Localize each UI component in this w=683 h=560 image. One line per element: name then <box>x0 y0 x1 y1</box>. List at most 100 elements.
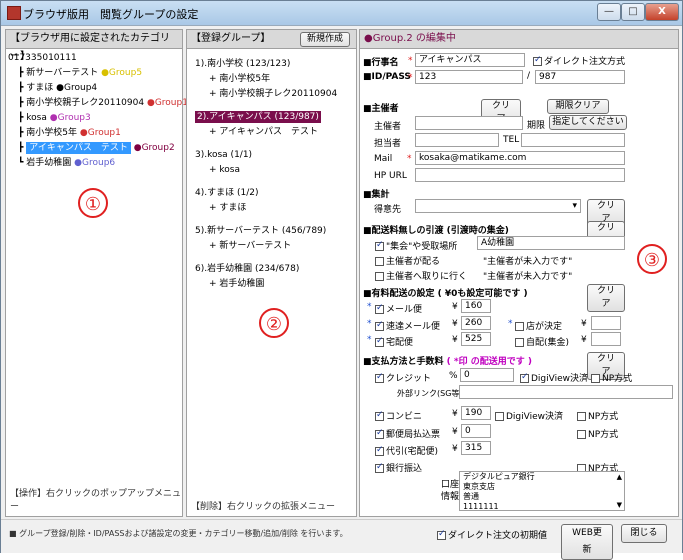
close-window-button[interactable]: X <box>645 3 679 21</box>
credit-digiview-checkbox[interactable]: DigiView決済 <box>520 371 588 384</box>
tree-item[interactable]: ┗ 岩手幼稚園 ●Group6 <box>8 156 182 171</box>
pickup-place-input[interactable]: A幼稚園 <box>477 236 625 250</box>
credit-np-checkbox[interactable]: NP方式 <box>591 371 632 384</box>
self-collect-checkbox[interactable]: 自配(集金) <box>515 335 569 348</box>
mail-bin-checkbox[interactable]: メール便 <box>375 302 422 315</box>
group-title-selected[interactable]: 2).アイキャンパス (123/987) <box>195 110 356 125</box>
customer-select[interactable]: ▾ <box>415 199 581 213</box>
group-title[interactable]: 6).岩手幼稚園 (234/678) <box>195 262 356 277</box>
tree-item[interactable]: ┣ すまほ ●Group4 <box>8 81 182 96</box>
period-clear-button[interactable]: 期限クリア <box>547 99 609 114</box>
cod-fee-input[interactable]: 315 <box>461 441 491 455</box>
minimize-button[interactable]: — <box>597 3 621 21</box>
status-bar: ■ グループ登録/削除・ID/PASSおよび諸設定の変更・カテゴリー移動/追加/… <box>1 519 682 560</box>
external-link-label: 外部リンク(SG等) <box>397 389 463 398</box>
self-collect-fee-input[interactable] <box>591 332 621 346</box>
convenience-fee-input[interactable]: 190 <box>461 406 491 420</box>
fast-mail-fee-input[interactable]: 260 <box>461 316 491 330</box>
group-title[interactable]: 1).南小学校 (123/123) <box>195 57 356 72</box>
group-pane-header: 【登録グループ】 新規作成 <box>187 30 356 49</box>
bank-info-line: 東京支店 <box>463 482 495 491</box>
contact-input[interactable] <box>415 133 499 147</box>
id-input[interactable]: 123 <box>415 70 523 84</box>
postal-checkbox[interactable]: 郵便局払込票 <box>375 427 440 440</box>
new-group-button[interactable]: 新規作成 <box>299 32 350 47</box>
event-name-input[interactable]: アイキャンパス <box>415 53 525 67</box>
pickup-place-checkbox[interactable]: "集会"や受取場所 <box>375 239 457 252</box>
tree-item[interactable]: ┣ kosa ●Group3 <box>8 111 182 126</box>
direct-order-checkbox[interactable]: ダイレクト注文方式 <box>533 54 625 67</box>
close-button[interactable]: 閉じる <box>621 524 667 543</box>
deadline-button[interactable]: 指定してください <box>549 115 627 130</box>
direct-default-checkbox[interactable]: ダイレクト注文の初期値 <box>437 528 547 541</box>
group-member[interactable]: + 新サーバーテスト <box>195 239 356 254</box>
conv-np-checkbox[interactable]: NP方式 <box>577 409 618 422</box>
home-delivery-checkbox[interactable]: 宅配便 <box>375 335 413 348</box>
category-tree[interactable]: 017335010111 ┣ 新サーバーテスト ●Group5 ┣ すまほ ●G… <box>6 49 188 171</box>
group-member[interactable]: + アイキャンパス テスト <box>195 125 356 140</box>
group-member[interactable]: + kosa <box>195 163 356 178</box>
group-member[interactable]: + 南小学校親子レク20110904 <box>195 87 356 102</box>
yen-label: ¥ <box>452 409 458 419</box>
organizer-input[interactable] <box>415 116 523 130</box>
scroll-up-icon[interactable]: ▲ <box>617 472 622 482</box>
scroll-down-icon[interactable]: ▼ <box>617 500 622 510</box>
organizer-pickup-checkbox[interactable]: 主催者へ取りに行く <box>375 269 467 282</box>
postal-fee-input[interactable]: 0 <box>461 424 491 438</box>
app-window: ブラウザ版用 閲覧グループの設定 — □ X 【ブラウザ用に設定されたカテゴリー… <box>0 0 683 560</box>
convenience-checkbox[interactable]: コンビニ <box>375 409 422 422</box>
mail-label: Mail <box>374 154 393 164</box>
maximize-button[interactable]: □ <box>621 3 645 21</box>
paid-delivery-section-label: ■有料配送の設定 ( ¥0も設定可能です ) <box>363 289 528 299</box>
tel-input[interactable] <box>521 133 625 147</box>
mail-input[interactable]: kosaka@matikame.com <box>415 151 625 165</box>
group-title[interactable]: 5).新サーバーテスト (456/789) <box>195 224 356 239</box>
group-member[interactable]: + すまほ <box>195 201 356 216</box>
mail-bin-fee-input[interactable]: 160 <box>461 299 491 313</box>
hp-url-input[interactable] <box>415 168 625 182</box>
required-mark: * <box>408 73 413 83</box>
hp-url-label: HP URL <box>374 171 407 181</box>
deadline-label: 期限 <box>527 121 546 131</box>
credit-fee-input[interactable]: 0 <box>460 368 514 382</box>
tree-item-selected[interactable]: ┣ アイキャンパス テスト ●Group2 <box>8 141 182 156</box>
region-badge-3: ③ <box>637 244 667 274</box>
tree-root[interactable]: 017335010111 <box>8 51 182 66</box>
idpass-label: ■ID/PASS <box>363 72 411 82</box>
group-title[interactable]: 3).kosa (1/1) <box>195 148 356 163</box>
group-list[interactable]: 1).南小学校 (123/123) + 南小学校5年 + 南小学校親子レク201… <box>187 49 356 292</box>
bank-info-line: デジタルピュア銀行 <box>463 472 535 481</box>
external-link-input[interactable] <box>459 385 673 399</box>
group-pane-title: 【登録グループ】 <box>191 33 271 44</box>
payment-note: ( *印 の配送用です ) <box>446 357 532 367</box>
web-update-button[interactable]: WEB更新 <box>561 524 613 560</box>
pass-input[interactable]: 987 <box>535 70 625 84</box>
conv-digiview-checkbox[interactable]: DigiView決済 <box>495 409 563 422</box>
fast-mail-checkbox[interactable]: 速達メール便 <box>375 319 440 332</box>
paid-clear-button[interactable]: クリア <box>587 284 625 312</box>
tree-item[interactable]: ┣ 新サーバーテスト ●Group5 <box>8 66 182 81</box>
home-delivery-fee-input[interactable]: 525 <box>461 332 491 346</box>
bank-info-textarea[interactable]: デジタルピュア銀行 東京支店 普通 1111111 ▲ ▼ <box>459 471 625 511</box>
shop-decide-checkbox[interactable]: 店が決定 <box>515 319 562 332</box>
yen-label: ¥ <box>452 302 458 312</box>
payment-section-label: ■支払方法と手数料 ( *印 の配送用です ) <box>363 357 532 367</box>
credit-checkbox[interactable]: クレジット <box>375 371 431 384</box>
percent-label: % <box>449 371 458 381</box>
organizer-distribute-checkbox[interactable]: 主催者が配る <box>375 254 440 267</box>
required-mark: * <box>407 154 412 164</box>
bank-checkbox[interactable]: 銀行振込 <box>375 461 422 474</box>
chevron-down-icon: ▾ <box>572 201 577 211</box>
shop-decide-fee-input[interactable] <box>591 316 621 330</box>
editor-pane-header: ●Group.2 の編集中 <box>360 30 678 49</box>
group-member[interactable]: + 南小学校5年 <box>195 72 356 87</box>
contact-label: 担当者 <box>374 139 402 149</box>
postal-np-checkbox[interactable]: NP方式 <box>577 427 618 440</box>
tree-item[interactable]: ┣ 南小学校親子レク20110904 ●Group1 <box>8 96 188 111</box>
info-label: 情報 <box>441 492 460 502</box>
cod-checkbox[interactable]: 代引(宅配便) <box>375 444 438 457</box>
group-title[interactable]: 4).すまほ (1/2) <box>195 186 356 201</box>
tree-item[interactable]: ┣ 南小学校5年 ●Group1 <box>8 126 182 141</box>
yen-label: ¥ <box>452 319 458 329</box>
group-member[interactable]: + 岩手幼稚園 <box>195 277 356 292</box>
